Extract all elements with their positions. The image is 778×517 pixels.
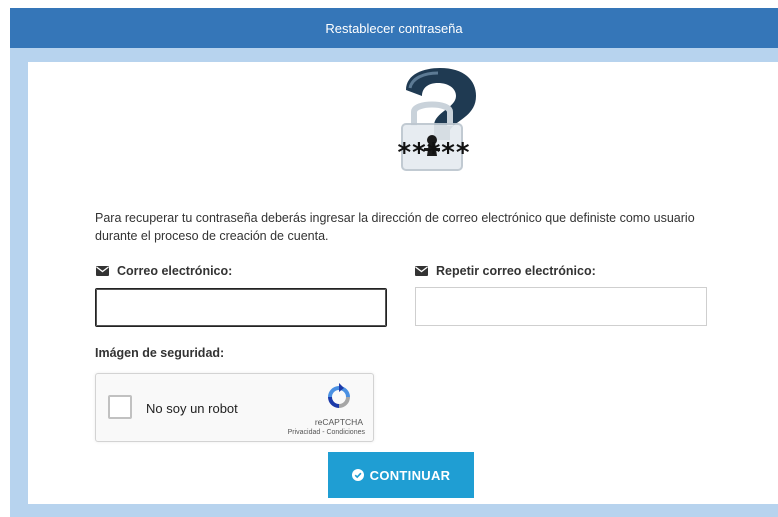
logo-asterisks: *****	[397, 138, 471, 168]
recaptcha-logo-icon	[328, 383, 350, 408]
recaptcha-brand: reCAPTCHA	[314, 417, 363, 427]
continue-button[interactable]: CONTINUAR	[328, 452, 474, 498]
check-circle-icon	[351, 469, 364, 481]
envelope-icon	[96, 266, 109, 276]
recaptcha-checkbox[interactable]	[108, 395, 132, 419]
panel-header: Restablecer contraseña	[10, 8, 778, 48]
recaptcha-widget: No soy un robot reCAPTCHA Privacidad - C…	[95, 373, 374, 442]
page: Restablecer contraseña ***** Para recupe…	[0, 0, 778, 517]
recaptcha-links[interactable]: Privacidad - Condiciones	[288, 429, 365, 436]
email-label-text: Correo electrónico:	[117, 264, 233, 278]
repeat-email-field[interactable]	[415, 287, 707, 326]
repeat-email-label-text: Repetir correo electrónico:	[436, 264, 596, 278]
captcha-label: Imágen de seguridad:	[95, 346, 224, 360]
panel-title: Restablecer contraseña	[325, 21, 463, 36]
captcha-label-text: Imágen de seguridad:	[95, 346, 225, 360]
recaptcha-checkbox-label: No soy un robot	[146, 401, 238, 416]
intro-text: Para recuperar tu contraseña deberás ing…	[95, 211, 695, 243]
repeat-email-label: Repetir correo electrónico:	[415, 264, 596, 278]
email-label: Correo electrónico:	[96, 264, 232, 278]
envelope-icon	[415, 266, 428, 276]
email-field[interactable]	[95, 288, 387, 327]
continue-button-label: CONTINUAR	[369, 467, 451, 483]
